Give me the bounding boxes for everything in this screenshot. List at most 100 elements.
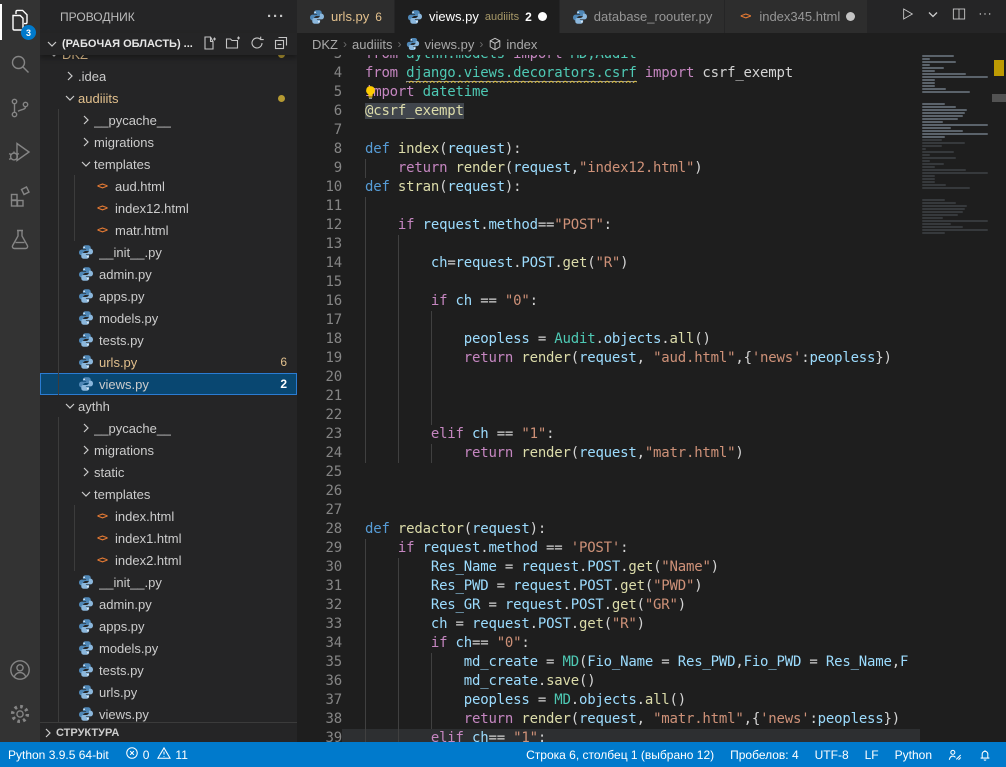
line-number[interactable]: 28 (297, 520, 342, 539)
line-number[interactable]: 16 (297, 292, 342, 311)
line-number[interactable]: 39 (297, 729, 342, 742)
line-number[interactable]: 29 (297, 539, 342, 558)
collapse-all-icon[interactable] (273, 35, 289, 54)
tree-item-urls-py[interactable]: urls.py (40, 681, 297, 703)
run-button[interactable] (896, 6, 918, 28)
tree-item-audiiits[interactable]: audiiits (40, 87, 297, 109)
line-number[interactable]: 6 (297, 102, 342, 121)
code-line-text[interactable] (342, 368, 920, 387)
code-line-text[interactable] (342, 501, 920, 520)
line-number[interactable]: 31 (297, 577, 342, 596)
tree-item-index12-html[interactable]: <>index12.html (40, 197, 297, 219)
bell-icon[interactable] (970, 742, 1000, 767)
code-line-text[interactable] (342, 197, 920, 216)
status-cursor-position[interactable]: Строка 6, столбец 1 (выбрано 12) (518, 742, 722, 767)
line-number[interactable]: 7 (297, 121, 342, 140)
code-line-text[interactable]: md_create.save() (342, 672, 920, 691)
tab-index345-html[interactable]: <>index345.html (725, 0, 868, 33)
activity-bar-item-run-debug[interactable] (0, 132, 40, 176)
code-line-text[interactable]: import datetime (342, 83, 920, 102)
status-encoding[interactable]: UTF-8 (807, 742, 857, 767)
line-number[interactable]: 24 (297, 444, 342, 463)
line-number[interactable]: 34 (297, 634, 342, 653)
line-number[interactable]: 32 (297, 596, 342, 615)
tree-item-templates[interactable]: templates (40, 483, 297, 505)
code-line-text[interactable]: Res_PWD = request.POST.get("PWD") (342, 577, 920, 596)
code-line-text[interactable]: @csrf_exempt (342, 102, 920, 121)
code-line-text[interactable]: from django.views.decorators.csrf import… (342, 64, 920, 83)
line-number[interactable]: 30 (297, 558, 342, 577)
split-editor-button[interactable] (948, 6, 970, 28)
line-number[interactable]: 22 (297, 406, 342, 425)
status-language-mode[interactable]: Python (887, 742, 940, 767)
tree-item-index-html[interactable]: <>index.html (40, 505, 297, 527)
tree-item-templates[interactable]: templates (40, 153, 297, 175)
code-line-text[interactable]: elif ch== "1": (342, 729, 920, 742)
tree-item-admin-py[interactable]: admin.py (40, 263, 297, 285)
tree-item--pycache-[interactable]: __pycache__ (40, 109, 297, 131)
line-number[interactable]: 25 (297, 463, 342, 482)
tree-item--pycache-[interactable]: __pycache__ (40, 417, 297, 439)
line-number[interactable]: 27 (297, 501, 342, 520)
activity-bar-item-explorer[interactable]: 3 (0, 0, 40, 44)
tree-item-tests-py[interactable]: tests.py (40, 329, 297, 351)
line-number[interactable]: 18 (297, 330, 342, 349)
code-line-text[interactable]: def stran(request): (342, 178, 920, 197)
scrollbar-overview-ruler[interactable] (992, 0, 1006, 742)
code-line-text[interactable]: return render(request,"matr.html") (342, 444, 920, 463)
tree-item-models-py[interactable]: models.py (40, 307, 297, 329)
tree-item-dkz[interactable]: DKZ (40, 55, 297, 65)
more-actions-button[interactable] (974, 6, 996, 28)
new-file-icon[interactable] (201, 35, 217, 54)
line-number[interactable]: 11 (297, 197, 342, 216)
tree-item-tests-py[interactable]: tests.py (40, 659, 297, 681)
line-number[interactable]: 12 (297, 216, 342, 235)
code-line-text[interactable]: md_create = MD(Fio_Name = Res_PWD,Fio_PW… (342, 653, 920, 672)
code-line-text[interactable]: return render(request, "matr.html",{'new… (342, 710, 920, 729)
line-number[interactable]: 14 (297, 254, 342, 273)
tree-item-aud-html[interactable]: <>aud.html (40, 175, 297, 197)
code-line-text[interactable] (342, 482, 920, 501)
refresh-icon[interactable] (249, 35, 265, 54)
code-line-text[interactable]: def redactor(request): (342, 520, 920, 539)
activity-bar-item-testing[interactable] (0, 220, 40, 264)
outline-section-header[interactable]: СТРУКТУРА (40, 722, 297, 742)
line-number[interactable]: 36 (297, 672, 342, 691)
tab-urls-py[interactable]: urls.py6 (297, 0, 395, 33)
breadcrumb-item-views-py[interactable]: views.py (406, 37, 474, 52)
breadcrumb-item-dkz[interactable]: DKZ (312, 37, 338, 52)
breadcrumb-item-index[interactable]: index (488, 37, 537, 52)
line-number[interactable]: 4 (297, 64, 342, 83)
line-number[interactable]: 23 (297, 425, 342, 444)
line-number[interactable]: 33 (297, 615, 342, 634)
activity-bar-item-search[interactable] (0, 44, 40, 88)
line-number[interactable]: 8 (297, 140, 342, 159)
code-line-text[interactable]: peopless = MD.objects.all() (342, 691, 920, 710)
code-line-text[interactable]: if ch == "0": (342, 292, 920, 311)
feedback-icon[interactable] (940, 742, 970, 767)
code-line-text[interactable] (342, 387, 920, 406)
status-eol[interactable]: LF (857, 742, 887, 767)
code-line-text[interactable] (342, 463, 920, 482)
line-number[interactable]: 5 (297, 83, 342, 102)
scrollbar-thumb[interactable] (992, 94, 1006, 102)
code-line-text[interactable] (342, 121, 920, 140)
code-line-text[interactable]: if ch== "0": (342, 634, 920, 653)
tree-item-index2-html[interactable]: <>index2.html (40, 549, 297, 571)
tree-item-migrations[interactable]: migrations (40, 131, 297, 153)
status-problems[interactable]: 011 (117, 742, 196, 767)
status-indentation[interactable]: Пробелов: 4 (722, 742, 807, 767)
workspace-section-header[interactable]: (РАБОЧАЯ ОБЛАСТЬ) ... (40, 33, 297, 55)
tree-item-admin-py[interactable]: admin.py (40, 593, 297, 615)
code-line-text[interactable]: Res_GR = request.POST.get("GR") (342, 596, 920, 615)
dirty-indicator-icon[interactable] (538, 12, 547, 21)
dirty-indicator-icon[interactable] (846, 12, 855, 21)
tree-item-apps-py[interactable]: apps.py (40, 285, 297, 307)
activity-bar-item-account[interactable] (0, 650, 40, 694)
tab-database-roouter-py[interactable]: database_roouter.py (560, 0, 726, 33)
tree-item--init-py[interactable]: __init__.py (40, 241, 297, 263)
tree-item-models-py[interactable]: models.py (40, 637, 297, 659)
tree-item-matr-html[interactable]: <>matr.html (40, 219, 297, 241)
tree-item-views-py[interactable]: views.py2 (40, 373, 297, 395)
code-editor[interactable]: 3from aythh.models import MD,Audit4from … (297, 33, 920, 742)
